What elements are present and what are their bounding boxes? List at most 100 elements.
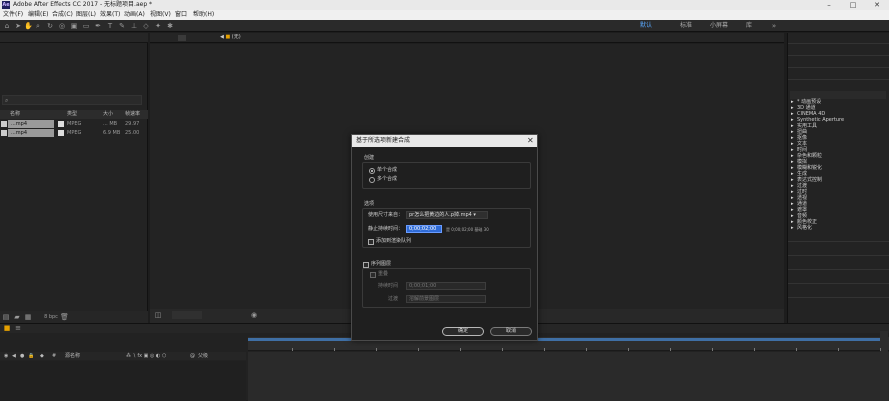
close-icon[interactable]: ✕ bbox=[527, 136, 534, 145]
roto-brush-tool-icon[interactable]: ✦ bbox=[154, 22, 162, 30]
ruler-tick bbox=[544, 348, 545, 351]
use-dimensions-dropdown[interactable]: pr怎么把黄边的人.p掉.mp4 ▾ bbox=[406, 211, 488, 219]
duration-input[interactable]: 0;00;01;00 bbox=[406, 282, 486, 290]
puppet-tool-icon[interactable]: ✱ bbox=[166, 22, 174, 30]
pan-behind-tool-icon[interactable]: ▣ bbox=[70, 22, 78, 30]
multiple-compositions-radio[interactable] bbox=[369, 177, 375, 183]
effects-search-input[interactable] bbox=[790, 91, 886, 99]
resolution-icon[interactable]: ◫ bbox=[154, 311, 162, 319]
multiple-compositions-label[interactable]: 多个合成 bbox=[377, 176, 397, 183]
bpc-label[interactable]: 8 bpc bbox=[44, 313, 58, 321]
timeline-menu-icon[interactable]: ≡ bbox=[14, 324, 22, 332]
workspace-library[interactable]: 库 bbox=[746, 22, 752, 30]
transition-dropdown[interactable]: 溶解前景图层 bbox=[406, 295, 486, 303]
window-title: Adobe After Effects CC 2017 - 无标题项目.aep … bbox=[13, 1, 153, 8]
add-to-render-queue-label[interactable]: 添加到渲染队列 bbox=[376, 238, 411, 245]
column-parent[interactable]: 父级 bbox=[198, 352, 208, 360]
ok-button[interactable]: 确定 bbox=[442, 327, 484, 336]
column-source-name[interactable]: 源名称 bbox=[65, 352, 80, 360]
add-to-render-queue-checkbox[interactable] bbox=[368, 239, 374, 245]
lock-icon[interactable] bbox=[178, 35, 186, 41]
minimize-button[interactable]: – bbox=[818, 0, 840, 10]
tools-panel: ⌂ ➤ ✋ ⌕ ↻ ◎ ▣ ▭ ✒ T ✎ ⊥ ◇ ✦ ✱ 默认 标准 小屏幕 … bbox=[0, 20, 889, 32]
project-item[interactable]: ...mp4 MPEG 6.9 MB 25.00 bbox=[0, 129, 148, 137]
timeline-scrollbar[interactable] bbox=[880, 331, 888, 401]
ruler-tick bbox=[628, 348, 629, 351]
trash-icon[interactable]: 🗑 bbox=[60, 313, 69, 321]
rectangle-tool-icon[interactable]: ▭ bbox=[82, 22, 90, 30]
composition-tab[interactable]: ◀ ■ (无) bbox=[220, 34, 241, 41]
single-composition-label[interactable]: 单个合成 bbox=[377, 167, 397, 174]
workspace-menu-icon[interactable]: » bbox=[770, 22, 778, 30]
selection-tool-icon[interactable]: ➤ bbox=[14, 22, 22, 30]
project-panel: ⌕ 名称 类型 大小 帧速率 ...mp4 MPEG ... MB 29.97 … bbox=[0, 33, 148, 323]
divider bbox=[788, 255, 889, 256]
project-search-input[interactable]: ⌕ bbox=[2, 95, 142, 105]
workspace-standard[interactable]: 标准 bbox=[680, 22, 692, 30]
overlap-checkbox[interactable] bbox=[370, 272, 376, 278]
new-composition-icon[interactable]: ▦ bbox=[24, 313, 32, 321]
camera-tool-icon[interactable]: ◎ bbox=[58, 22, 66, 30]
still-duration-input[interactable]: 0;00;02;00 bbox=[406, 225, 442, 233]
divider bbox=[788, 269, 889, 270]
still-duration-hint: 是 0;00;02;00 基础 30 bbox=[446, 227, 489, 232]
layer-track-area[interactable] bbox=[248, 352, 889, 401]
menu-help[interactable]: 帮助(H) bbox=[193, 11, 214, 19]
maximize-button[interactable]: □ bbox=[842, 0, 864, 10]
close-button[interactable]: ✕ bbox=[866, 0, 888, 10]
overlap-label[interactable]: 重叠 bbox=[378, 271, 388, 278]
label-icon[interactable]: ◆ bbox=[40, 352, 44, 360]
zoom-tool-icon[interactable]: ⌕ bbox=[34, 22, 42, 30]
parent-link-icon[interactable]: @ bbox=[190, 352, 195, 360]
eraser-tool-icon[interactable]: ◇ bbox=[142, 22, 150, 30]
label-color-icon[interactable] bbox=[58, 130, 64, 136]
layer-switches-icons[interactable]: ⁂ ∖ fx ▣ ◎ ◐ ⬡ bbox=[126, 352, 166, 360]
single-composition-radio[interactable] bbox=[369, 168, 375, 174]
divider bbox=[788, 241, 889, 242]
home-icon[interactable]: ⌂ bbox=[3, 22, 11, 30]
rotate-tool-icon[interactable]: ↻ bbox=[46, 22, 54, 30]
type-tool-icon[interactable]: T bbox=[106, 22, 114, 30]
menu-edit[interactable]: 编辑(E) bbox=[28, 11, 48, 19]
transition-value: 溶解前景图层 bbox=[409, 296, 440, 302]
file-size: ... MB bbox=[103, 121, 118, 127]
menu-animation[interactable]: 动画(A) bbox=[124, 11, 145, 19]
snapshot-icon[interactable]: ◉ bbox=[250, 311, 258, 319]
audio-switch-icon[interactable]: ◀ bbox=[12, 352, 16, 360]
sequence-layers-label[interactable]: 序列图层 bbox=[371, 261, 391, 268]
use-dimensions-value: pr怎么把黄边的人.p掉.mp4 bbox=[409, 212, 472, 218]
column-name[interactable]: 名称 bbox=[10, 111, 20, 118]
menu-composition[interactable]: 合成(C) bbox=[52, 11, 73, 19]
workspace-default[interactable]: 默认 bbox=[640, 22, 652, 30]
menu-effect[interactable]: 效果(T) bbox=[100, 11, 120, 19]
menu-file[interactable]: 文件(F) bbox=[3, 11, 23, 19]
ruler-tick bbox=[376, 348, 377, 351]
project-item[interactable]: ...mp4 MPEG ... MB 29.97 bbox=[0, 120, 148, 128]
video-switch-icon[interactable]: ◉ bbox=[4, 352, 8, 360]
interpret-footage-icon[interactable]: ▤ bbox=[2, 313, 10, 321]
column-type[interactable]: 类型 bbox=[67, 111, 77, 118]
workspace-small-screen[interactable]: 小屏幕 bbox=[710, 22, 728, 30]
column-size[interactable]: 大小 bbox=[103, 111, 113, 118]
magnification-dropdown[interactable] bbox=[172, 311, 202, 319]
column-fps[interactable]: 帧速率 bbox=[125, 111, 140, 118]
solo-switch-icon[interactable]: ● bbox=[20, 352, 24, 360]
stamp-tool-icon[interactable]: ⊥ bbox=[130, 22, 138, 30]
file-icon bbox=[1, 130, 7, 136]
label-color-icon[interactable] bbox=[58, 121, 64, 127]
brush-tool-icon[interactable]: ✎ bbox=[118, 22, 126, 30]
new-folder-icon[interactable]: ▰ bbox=[13, 313, 21, 321]
effect-category[interactable]: ▸ 风格化 bbox=[791, 225, 812, 231]
hand-tool-icon[interactable]: ✋ bbox=[24, 22, 33, 30]
menu-view[interactable]: 视图(V) bbox=[150, 11, 171, 19]
lock-switch-icon[interactable]: 🔒 bbox=[28, 352, 34, 360]
pen-tool-icon[interactable]: ✒ bbox=[94, 22, 102, 30]
cancel-button[interactable]: 取消 bbox=[490, 327, 532, 336]
layer-list[interactable] bbox=[0, 361, 246, 401]
menu-window[interactable]: 窗口 bbox=[175, 11, 187, 19]
options-group-label: 选项 bbox=[364, 201, 375, 207]
timeline-tab-icon[interactable]: ■ bbox=[3, 324, 11, 332]
ruler-tick bbox=[880, 348, 881, 351]
work-area-bar[interactable] bbox=[248, 338, 886, 341]
menu-layer[interactable]: 图层(L) bbox=[76, 11, 96, 19]
